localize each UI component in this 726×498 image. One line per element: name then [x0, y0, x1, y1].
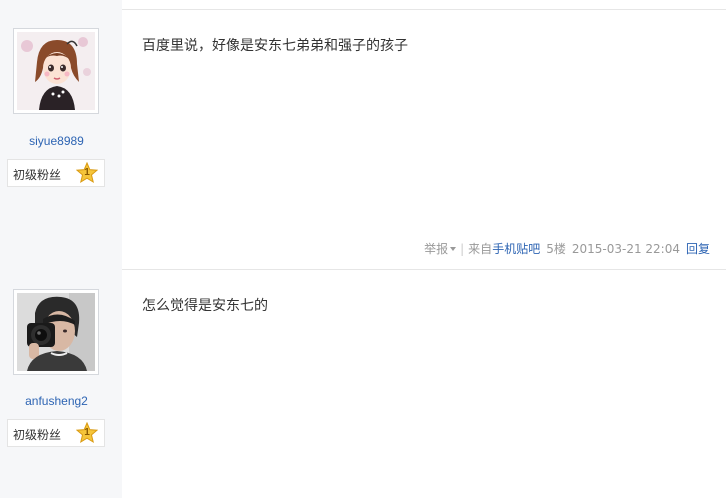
thread-page: siyue8989 初级粉丝 1 百度里说，好像是安东七弟弟和强子的孩子 举报 |… — [0, 0, 726, 498]
username-link[interactable]: anfusheng2 — [0, 394, 113, 408]
floor-number: 5楼 — [546, 242, 566, 256]
avatar[interactable] — [13, 289, 99, 375]
username-link[interactable]: siyue8989 — [0, 134, 113, 148]
level-label: 初级粉丝 — [13, 168, 62, 182]
post-content: 百度里说，好像是安东七弟弟和强子的孩子 — [142, 38, 408, 54]
level-badge[interactable]: 初级粉丝 1 — [7, 419, 105, 447]
post-timestamp: 2015-03-21 22:04 — [571, 241, 680, 256]
star-icon: 1 — [75, 421, 99, 444]
post-content: 怎么觉得是安东七的 — [142, 298, 268, 314]
from-prefix: 来自 — [468, 242, 493, 256]
level-number: 1 — [84, 167, 90, 178]
star-icon: 1 — [75, 161, 99, 184]
reply-link[interactable]: 回复 — [686, 242, 710, 256]
avatar-image-girl — [17, 32, 95, 110]
caret-down-icon — [450, 246, 457, 251]
post-item: anfusheng2 初级粉丝 1 怎么觉得是安东七的 — [0, 270, 726, 498]
level-number: 1 — [84, 427, 90, 438]
level-badge[interactable]: 初级粉丝 1 — [7, 159, 105, 187]
post-item: siyue8989 初级粉丝 1 百度里说，好像是安东七弟弟和强子的孩子 举报 |… — [0, 10, 726, 269]
level-label: 初级粉丝 — [13, 428, 62, 442]
avatar[interactable] — [13, 28, 99, 114]
post-meta: 举报 | 来自手机贴吧 5楼 2015-03-21 22:04 回复 — [424, 240, 710, 257]
meta-separator: | — [460, 241, 465, 256]
avatar-image-camera — [17, 293, 95, 371]
report-link[interactable]: 举报 — [424, 241, 457, 256]
source-link[interactable]: 手机贴吧 — [492, 242, 540, 256]
